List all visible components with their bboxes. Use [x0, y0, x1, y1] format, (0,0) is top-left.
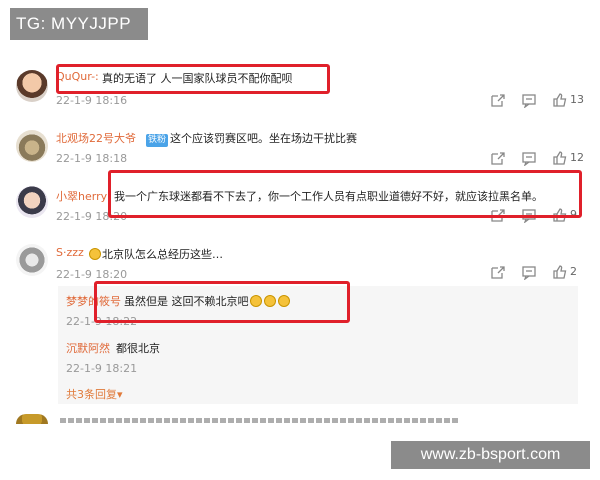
like-count: 12: [570, 151, 584, 164]
avatar[interactable]: [16, 244, 48, 276]
more-replies-label: 共3条回复: [66, 388, 117, 401]
emoji-icon: [89, 248, 101, 260]
comment-date: 22-1-9 18:16: [56, 94, 128, 107]
avatar[interactable]: [16, 70, 48, 102]
avatar[interactable]: [16, 186, 48, 218]
comment-text-line: 铁粉 这个应该罚赛区吧。坐在场边干扰比赛: [146, 130, 357, 147]
comment-icon[interactable]: [521, 150, 537, 166]
comment-text-line: 北京队怎么总经历这些…: [88, 246, 223, 262]
truncated-comment: [60, 418, 460, 423]
reply-date: 22-1-9 18:21: [66, 362, 138, 375]
highlight-box: [94, 281, 350, 323]
reply-text: 都很北京: [116, 342, 160, 355]
fan-badge: 铁粉: [146, 134, 169, 147]
like-count: 13: [570, 93, 584, 106]
comment-username[interactable]: 小翠herry: [56, 188, 107, 204]
watermark: www.zb-bsport.com: [391, 441, 590, 469]
share-icon[interactable]: [490, 150, 506, 166]
reply-username[interactable]: 沉默阿然: [66, 340, 110, 356]
comment-actions: 13: [490, 92, 590, 108]
like-count: 2: [570, 265, 577, 278]
like-icon[interactable]: [552, 150, 568, 166]
comment-date: 22-1-9 18:18: [56, 152, 128, 165]
comment-text: 北京队怎么总经历这些…: [102, 248, 223, 261]
highlight-box: [108, 170, 582, 218]
avatar[interactable]: [16, 130, 48, 162]
comment-icon[interactable]: [521, 92, 537, 108]
share-icon[interactable]: [490, 264, 506, 280]
comment-username[interactable]: 北观场22号大爷: [56, 130, 136, 146]
chevron-down-icon: ▾: [117, 388, 123, 401]
highlight-box: [56, 64, 330, 94]
comment-icon[interactable]: [521, 264, 537, 280]
avatar[interactable]: [16, 414, 48, 424]
tg-label: TG: MYYJJPP: [10, 8, 148, 40]
share-icon[interactable]: [490, 92, 506, 108]
like-icon[interactable]: [552, 264, 568, 280]
comment-username[interactable]: S·zzz: [56, 246, 84, 259]
more-replies-link[interactable]: 共3条回复▾: [66, 386, 123, 402]
comment-text: 这个应该罚赛区吧。坐在场边干扰比赛: [170, 132, 358, 145]
like-icon[interactable]: [552, 92, 568, 108]
comment-date: 22-1-9 18:20: [56, 268, 128, 281]
comment-actions: 12: [490, 150, 590, 166]
comment-actions: 2: [490, 264, 590, 280]
